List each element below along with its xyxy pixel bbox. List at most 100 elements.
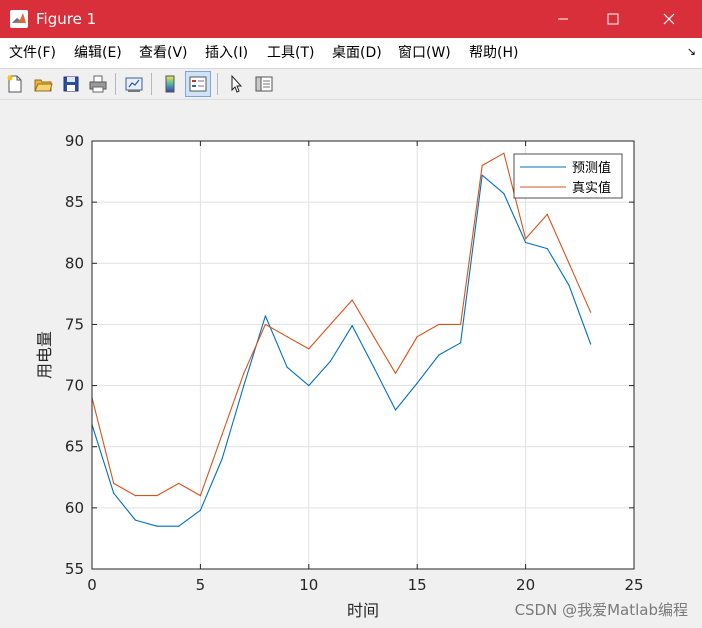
minimize-button[interactable]	[540, 0, 586, 38]
data-point-series-1	[590, 343, 592, 345]
data-point-series-1	[481, 174, 483, 176]
minimize-icon	[558, 18, 568, 20]
legend-label-series-2: 真实值	[572, 180, 611, 196]
y-tick-label: 75	[65, 315, 84, 333]
menu-insert[interactable]: 插入(I)	[205, 44, 248, 62]
print-icon	[89, 75, 107, 93]
legend-label-series-1: 预测值	[572, 160, 611, 176]
y-axis-label: 用电量	[35, 331, 54, 379]
menu-window[interactable]: 窗口(W)	[398, 44, 451, 62]
data-point-series-1	[113, 492, 115, 494]
data-point-series-2	[373, 336, 375, 338]
x-tick-label: 0	[87, 576, 97, 594]
link-plot-icon	[125, 77, 143, 92]
colorbar-button[interactable]	[157, 71, 183, 97]
data-point-series-1	[178, 525, 180, 527]
data-point-series-2	[243, 372, 245, 374]
data-point-series-2	[503, 152, 505, 154]
data-point-series-1	[243, 384, 245, 387]
y-tick-label: 70	[65, 377, 84, 395]
data-point-series-2	[590, 311, 592, 313]
legend[interactable]: 预测值 真实值	[513, 153, 623, 199]
property-editor-icon	[255, 76, 273, 92]
menu-overflow-arrow-icon[interactable]: ↘	[687, 45, 696, 58]
data-point-series-2	[568, 262, 570, 264]
select-pointer-icon	[231, 74, 243, 93]
menu-help[interactable]: 帮助(H)	[469, 44, 518, 62]
data-point-series-2	[199, 495, 201, 497]
data-point-series-2	[156, 495, 158, 497]
x-tick-label: 20	[516, 576, 535, 594]
menu-desktop[interactable]: 桌面(D)	[332, 44, 382, 62]
new-figure-button[interactable]	[2, 71, 28, 97]
data-point-series-1	[373, 366, 375, 368]
x-tick-label: 15	[408, 576, 427, 594]
y-tick-label: 60	[65, 499, 84, 517]
print-button[interactable]	[85, 71, 111, 97]
data-point-series-2	[525, 238, 527, 240]
open-file-icon	[34, 79, 53, 92]
data-point-series-1	[394, 409, 397, 411]
data-point-series-2	[459, 323, 462, 326]
y-tick-label: 65	[65, 438, 84, 456]
data-point-series-1	[351, 325, 353, 327]
maximize-button[interactable]	[590, 0, 636, 38]
x-tick-label: 10	[299, 576, 318, 594]
property-editor-button[interactable]	[251, 71, 277, 97]
data-point-series-1	[416, 382, 418, 384]
data-point-series-2	[481, 164, 483, 167]
menu-file[interactable]: 文件(F)	[9, 44, 56, 62]
menu-bar: 文件(F) 编辑(E) 查看(V) 插入(I) 工具(T) 桌面(D) 窗口(W…	[0, 38, 702, 69]
data-point-series-1	[503, 192, 505, 195]
data-point-series-1	[329, 360, 332, 362]
menu-edit[interactable]: 编辑(E)	[74, 44, 122, 62]
data-point-series-2	[394, 372, 397, 374]
y-tick-label: 85	[65, 193, 84, 211]
colorbar-icon	[165, 75, 175, 93]
data-point-series-1	[308, 384, 310, 387]
data-point-series-2	[329, 323, 332, 326]
data-point-series-1	[568, 284, 570, 286]
data-point-series-2	[134, 495, 136, 497]
legend-button[interactable]	[185, 71, 211, 97]
maximize-icon	[607, 13, 619, 25]
legend-icon	[189, 76, 207, 92]
data-point-series-2	[221, 433, 223, 436]
plot-area[interactable]	[92, 141, 634, 569]
y-tick-label: 80	[65, 254, 84, 272]
menu-tools[interactable]: 工具(T)	[267, 44, 314, 62]
window-titlebar: Figure 1	[0, 0, 702, 38]
data-point-series-2	[286, 336, 288, 338]
save-button[interactable]	[58, 71, 84, 97]
data-point-series-2	[546, 213, 548, 215]
data-point-series-1	[286, 366, 288, 368]
line-chart: 0 5 10 15 20 25 55 60 65 70 75 80 85 90 时间 用电量 预测值 真实…	[35, 132, 644, 620]
x-axis-label: 时间	[347, 601, 379, 620]
y-tick-label: 90	[65, 132, 84, 150]
data-point-series-2	[438, 323, 440, 326]
data-point-series-2	[264, 323, 267, 326]
data-point-series-1	[525, 241, 527, 244]
menu-view[interactable]: 查看(V)	[139, 44, 188, 62]
y-tick-label: 55	[65, 560, 84, 578]
close-icon	[663, 13, 675, 25]
figure-toolbar	[0, 69, 702, 100]
toolbar-separator	[151, 73, 152, 95]
close-button[interactable]	[646, 0, 692, 38]
data-point-series-2	[178, 482, 180, 484]
save-icon	[63, 76, 79, 92]
select-pointer-button[interactable]	[223, 71, 249, 97]
data-point-series-2	[351, 299, 353, 301]
x-tick-label: 25	[624, 576, 643, 594]
data-point-series-2	[416, 336, 418, 338]
data-point-series-2	[113, 482, 115, 484]
new-figure-icon	[7, 75, 22, 93]
open-file-button[interactable]	[30, 71, 56, 97]
data-point-series-1	[546, 248, 548, 250]
x-tick-label: 5	[196, 576, 206, 594]
toolbar-separator	[115, 73, 116, 95]
data-point-series-2	[308, 348, 310, 350]
link-plot-button[interactable]	[121, 71, 147, 97]
data-point-series-1	[134, 519, 136, 521]
data-point-series-1	[221, 458, 223, 460]
